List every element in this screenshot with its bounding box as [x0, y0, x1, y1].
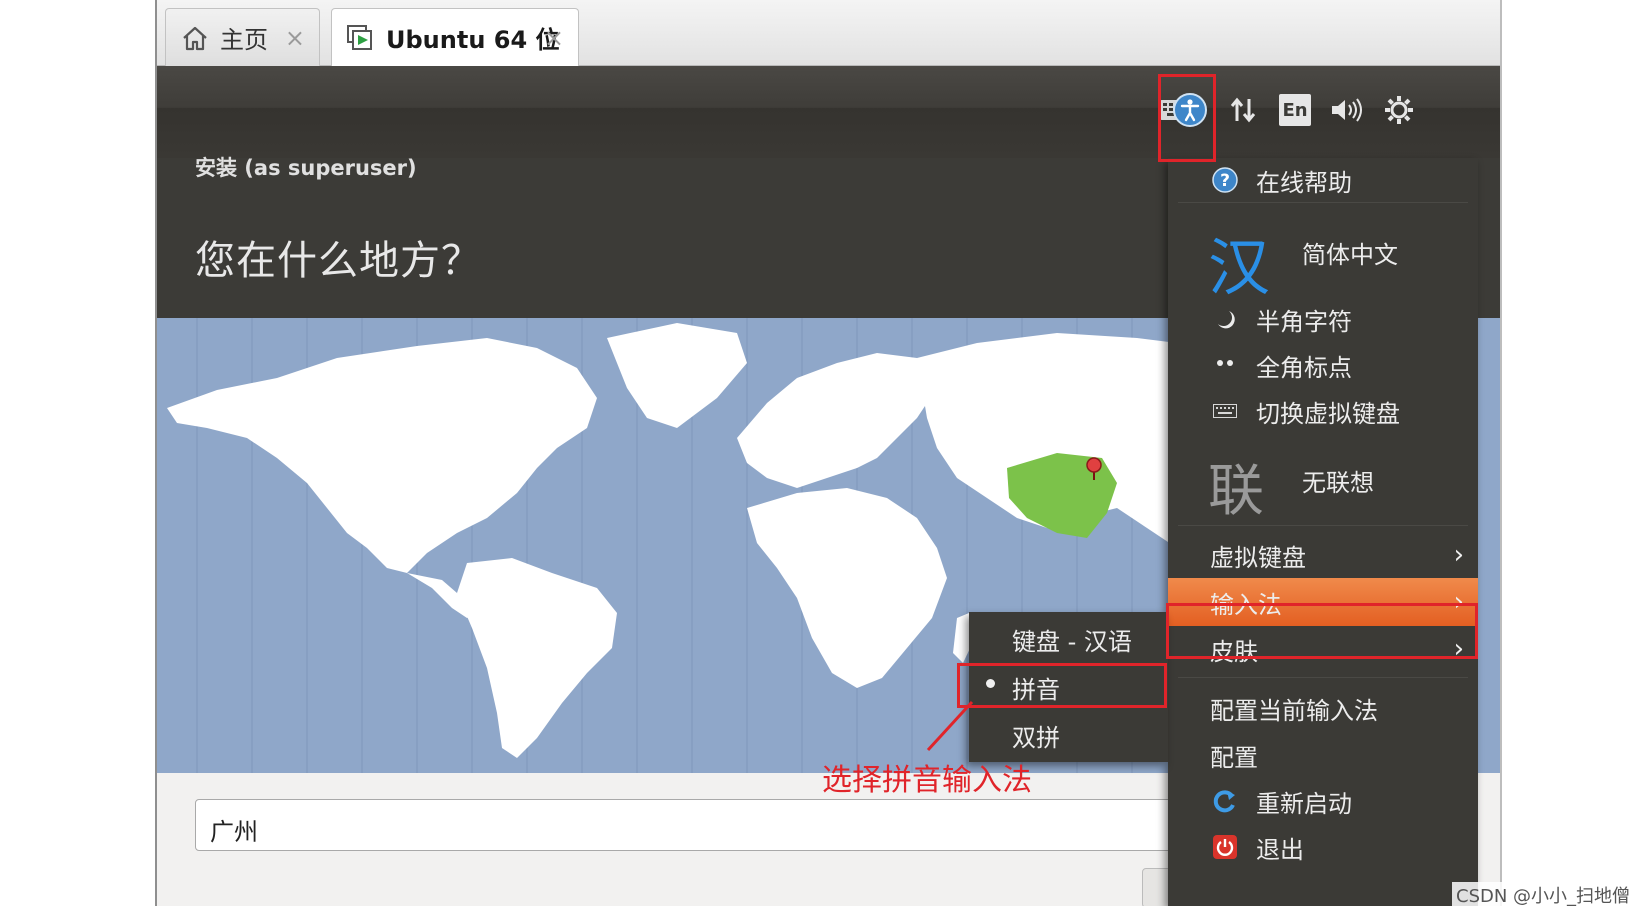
annotation-text: 选择拼音输入法 — [822, 763, 1032, 798]
watermark: CSDN @小小_扫地僧 — [1452, 882, 1635, 906]
screenshot-root: 主页 × Ubuntu 64 位 × En 安装 (as superuser) … — [0, 0, 1638, 906]
annotation-arrow — [926, 700, 974, 752]
